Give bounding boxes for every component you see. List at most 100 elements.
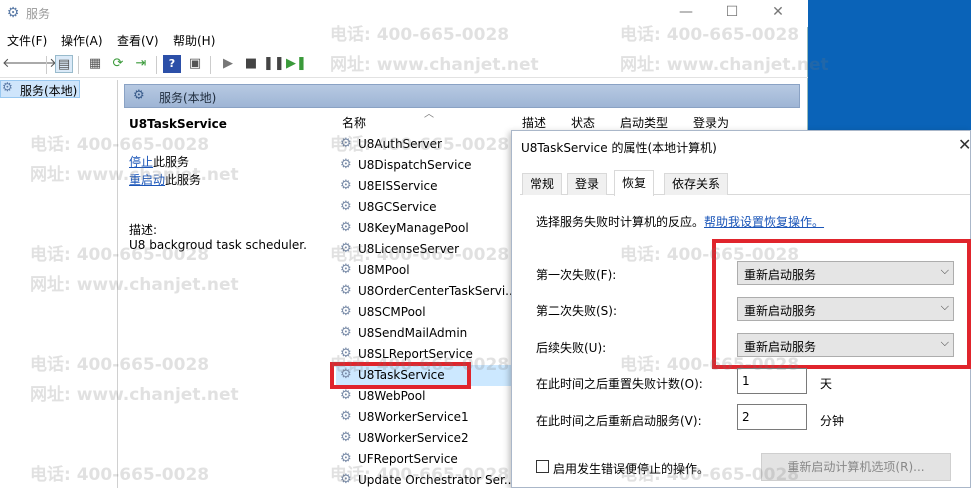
services-header-band: ⚙ 服务(本地): [124, 84, 800, 108]
title-bar: ⚙ 服务 — ☐ ✕: [0, 0, 808, 27]
service-gear-icon: ⚙: [340, 472, 352, 487]
enable-stop-on-error-label: 启用发生错误便停止的操作。: [553, 462, 710, 476]
sort-arrow-icon: ︿: [424, 109, 434, 120]
service-properties-dialog: U8TaskService 的属性(本地计算机) ✕ 常规 登录 恢复 依存关系…: [511, 130, 971, 488]
toolbar: 🡐 🡒 ▤ ▦ ⟳ ⇥ ? ▣ ▶ ■ ❚❚ ▶❚: [0, 52, 808, 78]
close-button[interactable]: ✕: [755, 0, 801, 27]
list-item[interactable]: ⚙ U8KeyManagePool: [336, 218, 506, 239]
toolbar-separator: [78, 56, 79, 74]
show-tree-icon[interactable]: ▤: [55, 55, 73, 73]
toolbar-separator: [210, 56, 211, 74]
console-icon[interactable]: ▣: [186, 55, 204, 73]
column-description[interactable]: 描述: [522, 114, 546, 131]
service-gear-icon: ⚙: [340, 178, 352, 193]
service-name-heading: U8TaskService: [129, 117, 227, 131]
list-item[interactable]: ⚙ U8SendMailAdmin: [336, 323, 506, 344]
service-gear-icon: ⚙: [340, 346, 352, 361]
tab-recovery[interactable]: 恢复: [614, 170, 655, 196]
help-icon[interactable]: ?: [163, 55, 181, 73]
tree-item-label: 服务(本地): [20, 84, 78, 98]
dialog-tabs: 常规 登录 恢复 依存关系: [520, 170, 970, 196]
service-gear-icon: ⚙: [340, 325, 352, 340]
first-failure-label: 第一次失败(F):: [536, 268, 617, 282]
back-icon[interactable]: 🡐: [2, 55, 37, 73]
list-item[interactable]: ⚙ U8WorkerService2: [336, 428, 506, 449]
subsequent-failure-label: 后续失败(U):: [536, 341, 607, 355]
stop-icon[interactable]: ■: [242, 55, 260, 73]
dialog-close-button[interactable]: ✕: [958, 135, 971, 154]
service-gear-icon: ⚙: [340, 157, 352, 172]
menu-help[interactable]: 帮助(H): [173, 32, 215, 49]
pause-icon[interactable]: ❚❚: [263, 55, 285, 73]
column-startup-type[interactable]: 启动类型: [620, 114, 668, 131]
restart-service-suffix: 此服务: [165, 173, 202, 187]
service-gear-icon: ⚙: [340, 304, 352, 319]
restart-service-delay-label: 在此时间之后重新启动服务(V):: [536, 414, 702, 428]
tab-general[interactable]: 常规: [522, 173, 563, 195]
menu-view[interactable]: 查看(V): [117, 32, 159, 49]
resume-icon[interactable]: ▶❚: [286, 55, 307, 73]
list-item[interactable]: ⚙ Update Orchestrator Ser...: [336, 470, 515, 488]
list-item[interactable]: ⚙ U8OrderCenterTaskServi...: [336, 281, 517, 302]
start-icon[interactable]: ▶: [219, 55, 237, 73]
service-gear-icon: ⚙: [340, 262, 352, 277]
recovery-actions-highlight: [712, 239, 971, 369]
description-label: 描述:: [129, 223, 158, 237]
menu-action[interactable]: 操作(A): [61, 32, 103, 49]
menu-file[interactable]: 文件(F): [7, 32, 47, 49]
list-item[interactable]: ⚙ U8EISService: [336, 176, 506, 197]
toolbar-separator: [156, 56, 157, 74]
restart-service-minutes-input[interactable]: 2: [737, 404, 807, 430]
list-item[interactable]: ⚙ U8WorkerService1: [336, 407, 506, 428]
tree-item-services-local[interactable]: ⚙ 服务(本地): [0, 80, 80, 98]
column-name[interactable]: 名称: [342, 114, 366, 131]
list-item[interactable]: ⚙ U8MPool: [336, 260, 506, 281]
desktop-background: [808, 0, 971, 130]
list-item[interactable]: ⚙ U8AuthServer: [336, 134, 506, 155]
forward-icon[interactable]: 🡒: [22, 55, 57, 73]
column-status[interactable]: 状态: [571, 114, 595, 131]
refresh-icon[interactable]: ⟳: [109, 55, 127, 73]
toolbar-separator: [46, 56, 47, 74]
stop-service-link[interactable]: 停止: [129, 155, 153, 169]
restart-computer-options-button[interactable]: 重新启动计算机选项(R)...: [761, 453, 951, 481]
console-tree: ⚙ 服务(本地): [0, 80, 118, 488]
recovery-help-link[interactable]: 帮助我设置恢复操作。: [704, 215, 824, 229]
list-item[interactable]: ⚙ U8GCService: [336, 197, 506, 218]
export-icon[interactable]: ⇥: [132, 55, 150, 73]
tab-logon[interactable]: 登录: [567, 173, 608, 195]
reset-count-unit: 天: [820, 377, 833, 391]
restart-service-delay-unit: 分钟: [820, 414, 845, 428]
dialog-title: U8TaskService 的属性(本地计算机): [521, 141, 717, 155]
column-logon-as[interactable]: 登录为: [693, 114, 729, 131]
restart-service-link[interactable]: 重启动: [129, 173, 165, 187]
properties-icon[interactable]: ▦: [86, 55, 104, 73]
service-gear-icon: ⚙: [340, 199, 352, 214]
menu-bar: 文件(F) 操作(A) 查看(V) 帮助(H): [0, 29, 808, 51]
list-item[interactable]: ⚙ U8DispatchService: [336, 155, 506, 176]
service-detail-pane: U8TaskService 停止此服务 重启动此服务 描述: U8 backgr…: [124, 108, 324, 488]
services-gear-icon: ⚙: [6, 5, 20, 21]
list-item[interactable]: ⚙ U8LicenseServer: [336, 239, 506, 260]
reset-count-days-input[interactable]: 1: [737, 368, 807, 394]
service-gear-icon: ⚙: [340, 451, 352, 466]
service-gear-icon: ⚙: [340, 430, 352, 445]
tab-dependencies[interactable]: 依存关系: [664, 173, 729, 195]
recovery-intro-text: 选择服务失败时计算机的反应。: [536, 215, 705, 229]
services-gear-icon: ⚙: [133, 88, 145, 103]
list-item[interactable]: ⚙ U8WebPool: [336, 386, 506, 407]
stop-service-suffix: 此服务: [153, 155, 190, 169]
reset-count-label: 在此时间之后重置失败计数(O):: [536, 377, 703, 391]
enable-stop-on-error-checkbox[interactable]: [536, 460, 549, 473]
list-item[interactable]: ⚙ UFReportService: [336, 449, 506, 470]
minimize-button[interactable]: —: [663, 0, 709, 27]
list-item[interactable]: ⚙ U8SCMPool: [336, 302, 506, 323]
service-gear-icon: ⚙: [340, 388, 352, 403]
maximize-button[interactable]: ☐: [709, 0, 755, 27]
second-failure-label: 第二次失败(S):: [536, 304, 618, 318]
service-gear-icon: ⚙: [340, 283, 352, 298]
service-gear-icon: ⚙: [340, 220, 352, 235]
service-gear-icon: ⚙: [340, 241, 352, 256]
service-gear-icon: ⚙: [340, 136, 352, 151]
service-gear-icon: ⚙: [340, 409, 352, 424]
